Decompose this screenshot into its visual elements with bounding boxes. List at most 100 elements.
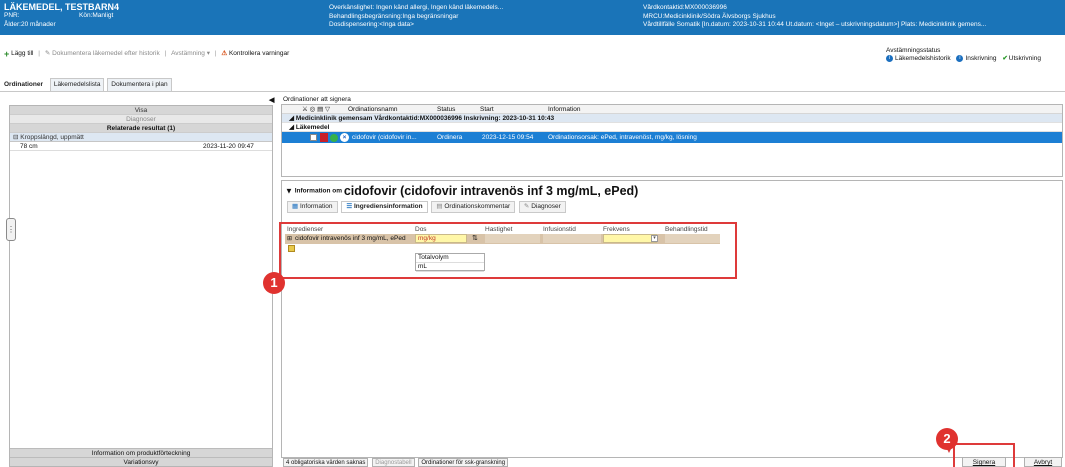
treatment-limits[interactable]: Behandlingsbegränsning:Inga begränsninga… [329,13,569,22]
tab-ordinationer[interactable]: Ordinationer [0,78,48,91]
care-contact-id[interactable]: Vårdkontaktid:MX000036996 [643,4,1063,13]
left-panel: Visa Diagnoser Relaterade resultat (1) ⊟… [9,105,273,467]
reconciliation-items: i Läkemedelshistorik i Inskrivning ✔Utskri… [886,55,1041,63]
order-name: cidofovir (cidofovir in... [352,134,417,141]
dose-dispensing[interactable]: Dosdispensering:<Inga data> [329,21,569,30]
caret-down-icon: ▾ [206,50,210,57]
expand-arrow-icon[interactable]: ◢ [289,115,294,122]
orders-list-header: ⚔ ◎ ▤ ▽ Ordinationsnamn Status Start Inf… [282,105,1062,114]
reconciliation-history[interactable]: Läkemedelshistorik [895,55,951,62]
info-drug-name: cidofovir (cidofovir intravenös inf 3 mg… [343,184,639,198]
care-episode[interactable]: Vårdtillfälle Somatik [In.datum: 2023-10… [643,21,1063,30]
toolbar-divider: | [38,50,40,57]
information-title: ▼ Information om cidofovir (cidofovir in… [285,184,638,198]
result-row[interactable]: 78 cm 2023-11-20 09:47 [10,142,272,151]
info-tab-icon: ▦ [292,203,299,210]
prescription-icon [320,133,328,142]
product-info-footer[interactable]: Information om produktförteckning [10,448,272,457]
order-group-label: Medicinklinik gemensam Vårdkontaktid:MX0… [295,115,555,122]
result-group-label: Kroppslängd, uppmätt [20,134,84,141]
reconciliation-status: Avstämningsstatus i Läkemedelshistorik iI… [886,47,1041,63]
orders-to-sign-label: Ordinationer att signera [283,96,351,103]
document-history-icon: ✎ [44,50,51,57]
tab-lakemedelslista[interactable]: Läkemedelslista [49,78,105,91]
nurse-review-button[interactable]: Ordinationer för ssk-granskning [418,458,509,467]
tab-dokumentera-i-plan[interactable]: Dokumentera i plan [107,78,172,91]
step-badge-1: 1 [263,272,285,294]
toolbar: + Lägg till | ✎ Dokumentera läkemedel ef… [0,48,860,60]
tab-information-label: Information [299,203,333,210]
info-prefix: Information om [294,187,343,195]
status-ok-icon [330,134,338,142]
order-group-care-unit[interactable]: ◢ Medicinklinik gemensam Vårdkontaktid:M… [282,114,1062,123]
column-info-header[interactable]: Information [548,105,581,114]
tab-information[interactable]: ▦ Information [287,201,338,213]
checkmark-icon: ✔ [1002,55,1008,63]
result-date: 2023-11-20 09:47 [203,143,254,150]
bottom-status-bar: 4 obligatoriska värden saknas Diagnostab… [283,458,510,467]
order-group-label: Läkemedel [295,124,330,131]
info-icon: i [956,55,964,62]
tab-order-comment-label: Ordinationskommentar [444,203,511,210]
row-checkbox[interactable] [310,134,317,141]
remove-icon[interactable]: × [340,133,349,142]
allergy-info[interactable]: Överkänslighet: Ingen känd allergi, Inge… [329,4,569,13]
orders-list: ⚔ ◎ ▤ ▽ Ordinationsnamn Status Start Inf… [281,104,1063,177]
check-warnings-button[interactable]: Kontrollera varningar [229,48,289,60]
missing-values-indicator[interactable]: 4 obligatoriska värden saknas [283,458,369,467]
add-button[interactable]: Lägg till [11,48,33,60]
patient-sex: Kön:Manligt [79,12,114,19]
tab-ingredient-info-label: Ingrediensinformation [353,203,423,210]
column-start-header[interactable]: Start [480,105,494,114]
main-tabs: Ordinationer Läkemedelslista Dokumentera… [0,78,173,91]
left-header-visa[interactable]: Visa [10,106,272,115]
reconciliation-admission[interactable]: Inskrivning [965,55,996,62]
result-value: 78 cm [20,143,38,150]
patient-pnr: PNR: [4,12,20,19]
reconciliation-discharge[interactable]: Utskrivning [1009,55,1041,62]
highlight-box-ingredients [279,222,737,279]
header-icons: ⚔ ◎ ▤ ▽ [302,106,331,113]
tab-ingredient-info[interactable]: ☰ Ingrediensinformation [341,201,428,213]
tab-order-comment[interactable]: ▤ Ordinationskommentar [431,201,516,213]
step-badge-2: 2 [936,428,958,450]
collapse-left-icon[interactable]: ◀ [269,96,274,104]
toolbar-divider: | [214,50,217,57]
expand-arrow-icon[interactable]: ◢ [289,124,294,131]
list-icon: ☰ [346,203,353,210]
order-start: 2023-12-15 09:54 [482,134,534,141]
tabs-divider [0,91,1065,92]
patient-warnings-block: Överkänslighet: Ingen känd allergi, Inge… [329,4,569,30]
reconcile-dropdown[interactable]: Avstämning [171,48,205,60]
patient-banner: LÄKEMEDEL, TESTBARN4 PNR: Kön:Manligt Ål… [0,0,1065,35]
column-name-header[interactable]: Ordinationsnamn [348,105,398,114]
patient-age: Ålder:20 månader [4,20,56,28]
order-group-drugs[interactable]: ◢ Läkemedel [282,123,1062,132]
warning-icon: ⚠ [221,50,228,57]
left-header-related-results[interactable]: Relaterade resultat (1) [10,124,272,133]
sign-button[interactable]: Signera [962,457,1006,467]
left-header-diagnoser[interactable]: Diagnoser [10,115,272,124]
info-tabs: ▦ Information ☰ Ingrediensinformation ▤ … [287,201,568,213]
diagnosis-icon: ✎ [523,203,530,210]
variation-view-footer[interactable]: Variationsvy [10,457,272,466]
order-information: Ordinationsorsak: ePed, intravenöst, mg/… [548,134,697,141]
result-group[interactable]: ⊟ Kroppslängd, uppmätt [10,133,272,142]
order-row-selected[interactable]: × cidofovir (cidofovir in... Ordinera 20… [282,132,1062,143]
info-icon: i [886,55,893,62]
plus-icon: + [4,49,10,59]
panel-drag-handle[interactable]: ⋮ [6,218,16,241]
mrcu-info[interactable]: MRCU:Medicinklinik/Södra Älvsborgs Sjukh… [643,13,1063,22]
patient-id-block: LÄKEMEDEL, TESTBARN4 PNR: Kön:Manligt Ål… [4,2,254,29]
collapse-icon[interactable]: ⊟ [13,134,18,141]
comment-icon: ▤ [436,203,443,210]
document-history-button[interactable]: Dokumentera läkemedel efter historik [52,48,160,60]
care-contact-block: Vårdkontaktid:MX000036996 MRCU:Medicinkl… [643,4,1063,30]
tab-diagnoses[interactable]: ✎ Diagnoser [518,201,566,213]
patient-name: LÄKEMEDEL, TESTBARN4 [4,2,120,12]
reconciliation-title: Avstämningsstatus [886,47,941,54]
cancel-button[interactable]: Avbryt [1024,457,1062,467]
diagnosis-table-button[interactable]: Diagnostabell [372,458,415,467]
column-status-header[interactable]: Status [437,105,455,114]
collapse-triangle-icon[interactable]: ▼ [285,187,293,196]
